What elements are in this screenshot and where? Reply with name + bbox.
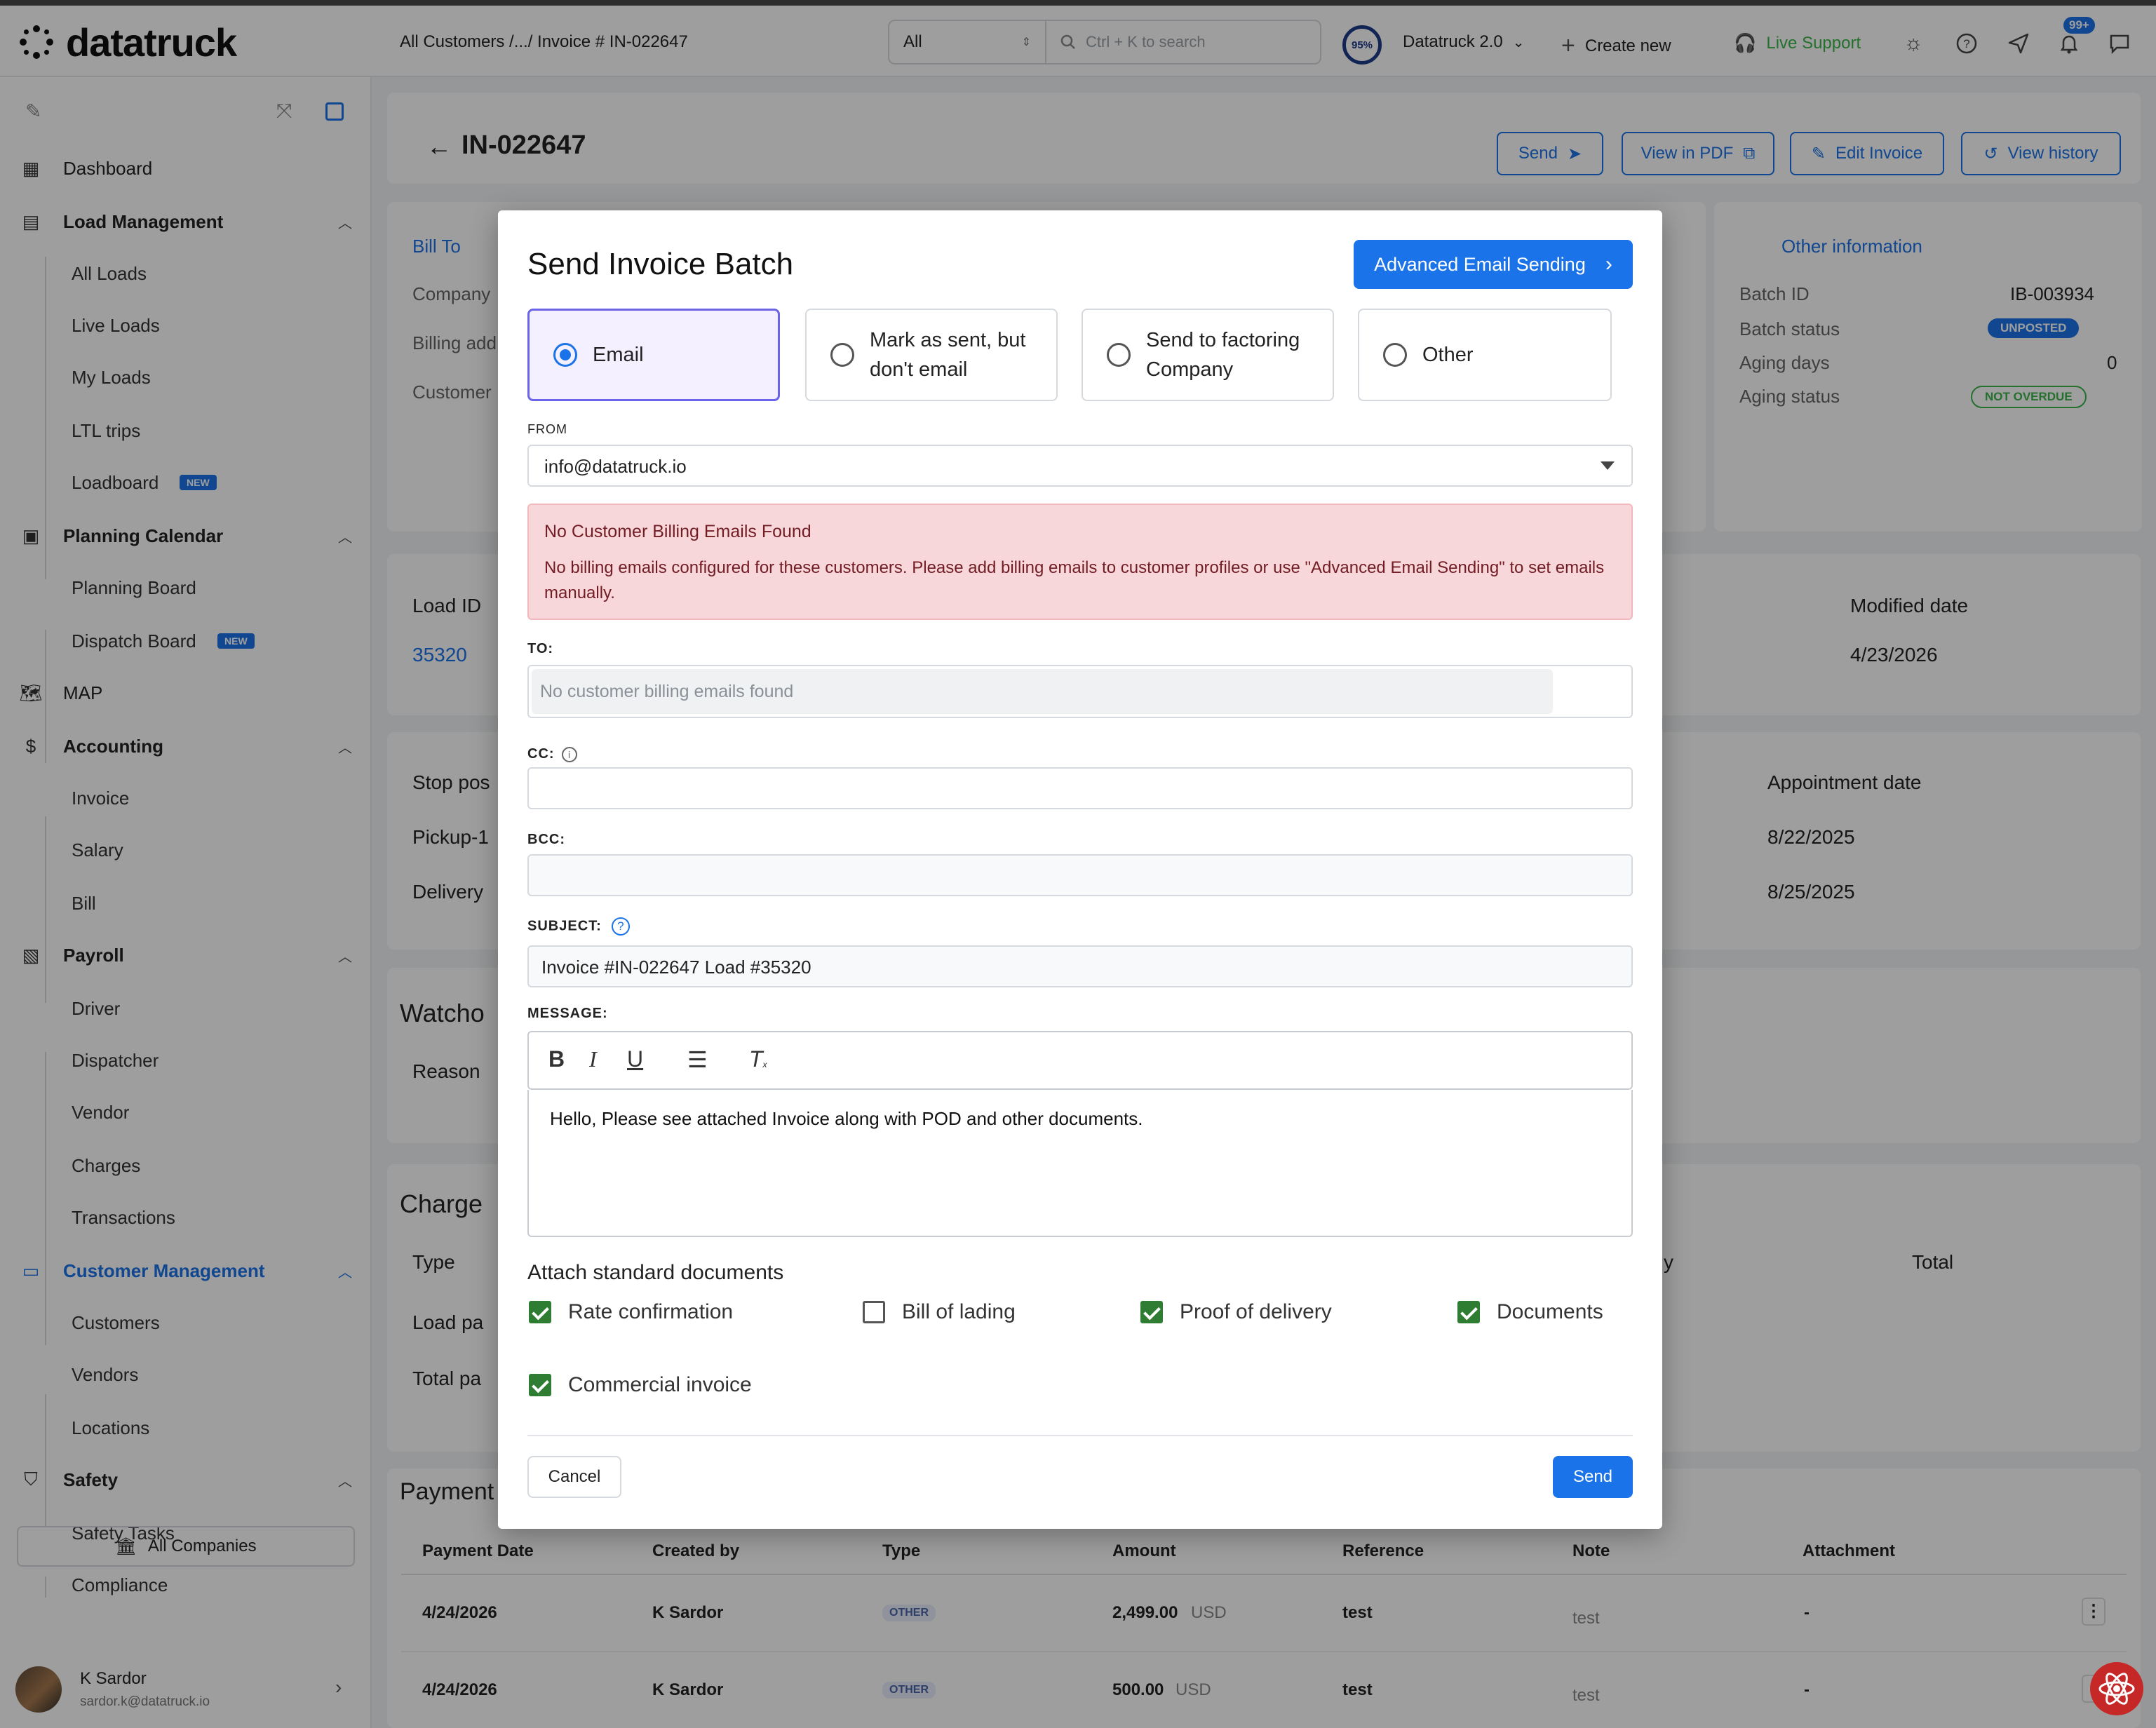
checkbox-label: Commercial invoice bbox=[568, 1373, 752, 1396]
message-value: Hello, Please see attached Invoice along… bbox=[550, 1108, 1143, 1129]
radio-icon bbox=[1107, 343, 1131, 367]
from-value: info@datatruck.io bbox=[544, 456, 687, 477]
bcc-label: BCC: bbox=[527, 832, 565, 847]
underline-icon[interactable]: U bbox=[627, 1046, 643, 1072]
alert-body: No billing emails configured for these c… bbox=[544, 558, 1605, 602]
radio-icon bbox=[830, 343, 854, 367]
message-editor[interactable]: Hello, Please see attached Invoice along… bbox=[527, 1090, 1633, 1237]
checkbox-bill-of-lading[interactable]: Bill of lading bbox=[863, 1300, 1016, 1324]
chevron-right-icon: › bbox=[1605, 252, 1612, 276]
advanced-email-sending-button[interactable]: Advanced Email Sending › bbox=[1354, 240, 1633, 289]
option-label: Other bbox=[1422, 344, 1474, 366]
bcc-input[interactable] bbox=[527, 854, 1633, 896]
italic-icon[interactable]: I bbox=[589, 1046, 597, 1072]
send-button[interactable]: Send bbox=[1553, 1456, 1633, 1498]
checkbox-commercial-invoice[interactable]: Commercial invoice bbox=[529, 1373, 752, 1397]
clear-format-icon[interactable]: Tₓ bbox=[749, 1046, 767, 1072]
attach-documents-title: Attach standard documents bbox=[527, 1261, 784, 1284]
cc-label-text: CC: bbox=[527, 746, 555, 762]
checkbox-rate-confirmation[interactable]: Rate confirmation bbox=[529, 1300, 733, 1324]
checkbox-documents[interactable]: Documents bbox=[1457, 1300, 1603, 1324]
checkbox-label: Documents bbox=[1497, 1300, 1603, 1323]
option-mark-as-sent[interactable]: Mark as sent, but don't email bbox=[805, 309, 1058, 401]
caret-down-icon bbox=[1601, 461, 1615, 470]
bold-icon[interactable]: B bbox=[548, 1046, 565, 1072]
checkbox-checked-icon bbox=[1140, 1301, 1163, 1323]
help-icon[interactable]: ? bbox=[611, 917, 630, 936]
no-billing-emails-alert: No Customer Billing Emails Found No bill… bbox=[527, 504, 1633, 620]
checkbox-checked-icon bbox=[1457, 1301, 1480, 1323]
message-editor-toolbar: B I U ☰ Tₓ bbox=[527, 1031, 1633, 1090]
from-select[interactable]: info@datatruck.io bbox=[527, 445, 1633, 487]
bullet-list-icon[interactable]: ☰ bbox=[687, 1046, 708, 1073]
subject-value: Invoice #IN-022647 Load #35320 bbox=[541, 957, 811, 978]
option-other[interactable]: Other bbox=[1358, 309, 1612, 401]
react-devtools-icon[interactable] bbox=[2090, 1662, 2143, 1715]
to-label: TO: bbox=[527, 641, 554, 656]
option-email[interactable]: Email bbox=[527, 309, 780, 401]
cc-label: CC: i bbox=[527, 746, 577, 762]
subject-label: SUBJECT:? bbox=[527, 917, 630, 936]
radio-icon bbox=[1383, 343, 1407, 367]
checkbox-label: Proof of delivery bbox=[1180, 1300, 1332, 1323]
checkbox-label: Rate confirmation bbox=[568, 1300, 734, 1323]
checkbox-checked-icon bbox=[529, 1374, 551, 1396]
option-label: Mark as sent, but don't email bbox=[870, 329, 1026, 381]
radio-icon bbox=[553, 343, 577, 367]
send-invoice-batch-modal: Send Invoice Batch Advanced Email Sendin… bbox=[498, 210, 1662, 1529]
option-send-to-factoring[interactable]: Send to factoring Company bbox=[1082, 309, 1334, 401]
checkbox-checked-icon bbox=[529, 1301, 551, 1323]
to-placeholder: No customer billing emails found bbox=[532, 669, 1553, 714]
subject-input[interactable]: Invoice #IN-022647 Load #35320 bbox=[527, 945, 1633, 987]
option-label: Email bbox=[593, 344, 644, 366]
to-field[interactable]: No customer billing emails found bbox=[527, 665, 1633, 718]
info-icon[interactable]: i bbox=[561, 746, 577, 762]
checkbox-proof-of-delivery[interactable]: Proof of delivery bbox=[1140, 1300, 1332, 1324]
checkbox-unchecked-icon bbox=[863, 1301, 885, 1323]
subject-label-text: SUBJECT: bbox=[527, 918, 602, 934]
modal-title: Send Invoice Batch bbox=[527, 247, 794, 281]
from-label: FROM bbox=[527, 422, 567, 436]
modal-divider bbox=[527, 1435, 1633, 1436]
message-label: MESSAGE: bbox=[527, 1006, 608, 1021]
cancel-button[interactable]: Cancel bbox=[527, 1456, 621, 1498]
checkbox-label: Bill of lading bbox=[902, 1300, 1016, 1323]
advanced-email-sending-label: Advanced Email Sending bbox=[1374, 253, 1586, 275]
cc-input[interactable] bbox=[527, 767, 1633, 809]
option-label: Send to factoring Company bbox=[1146, 329, 1300, 381]
alert-title: No Customer Billing Emails Found bbox=[544, 522, 811, 541]
